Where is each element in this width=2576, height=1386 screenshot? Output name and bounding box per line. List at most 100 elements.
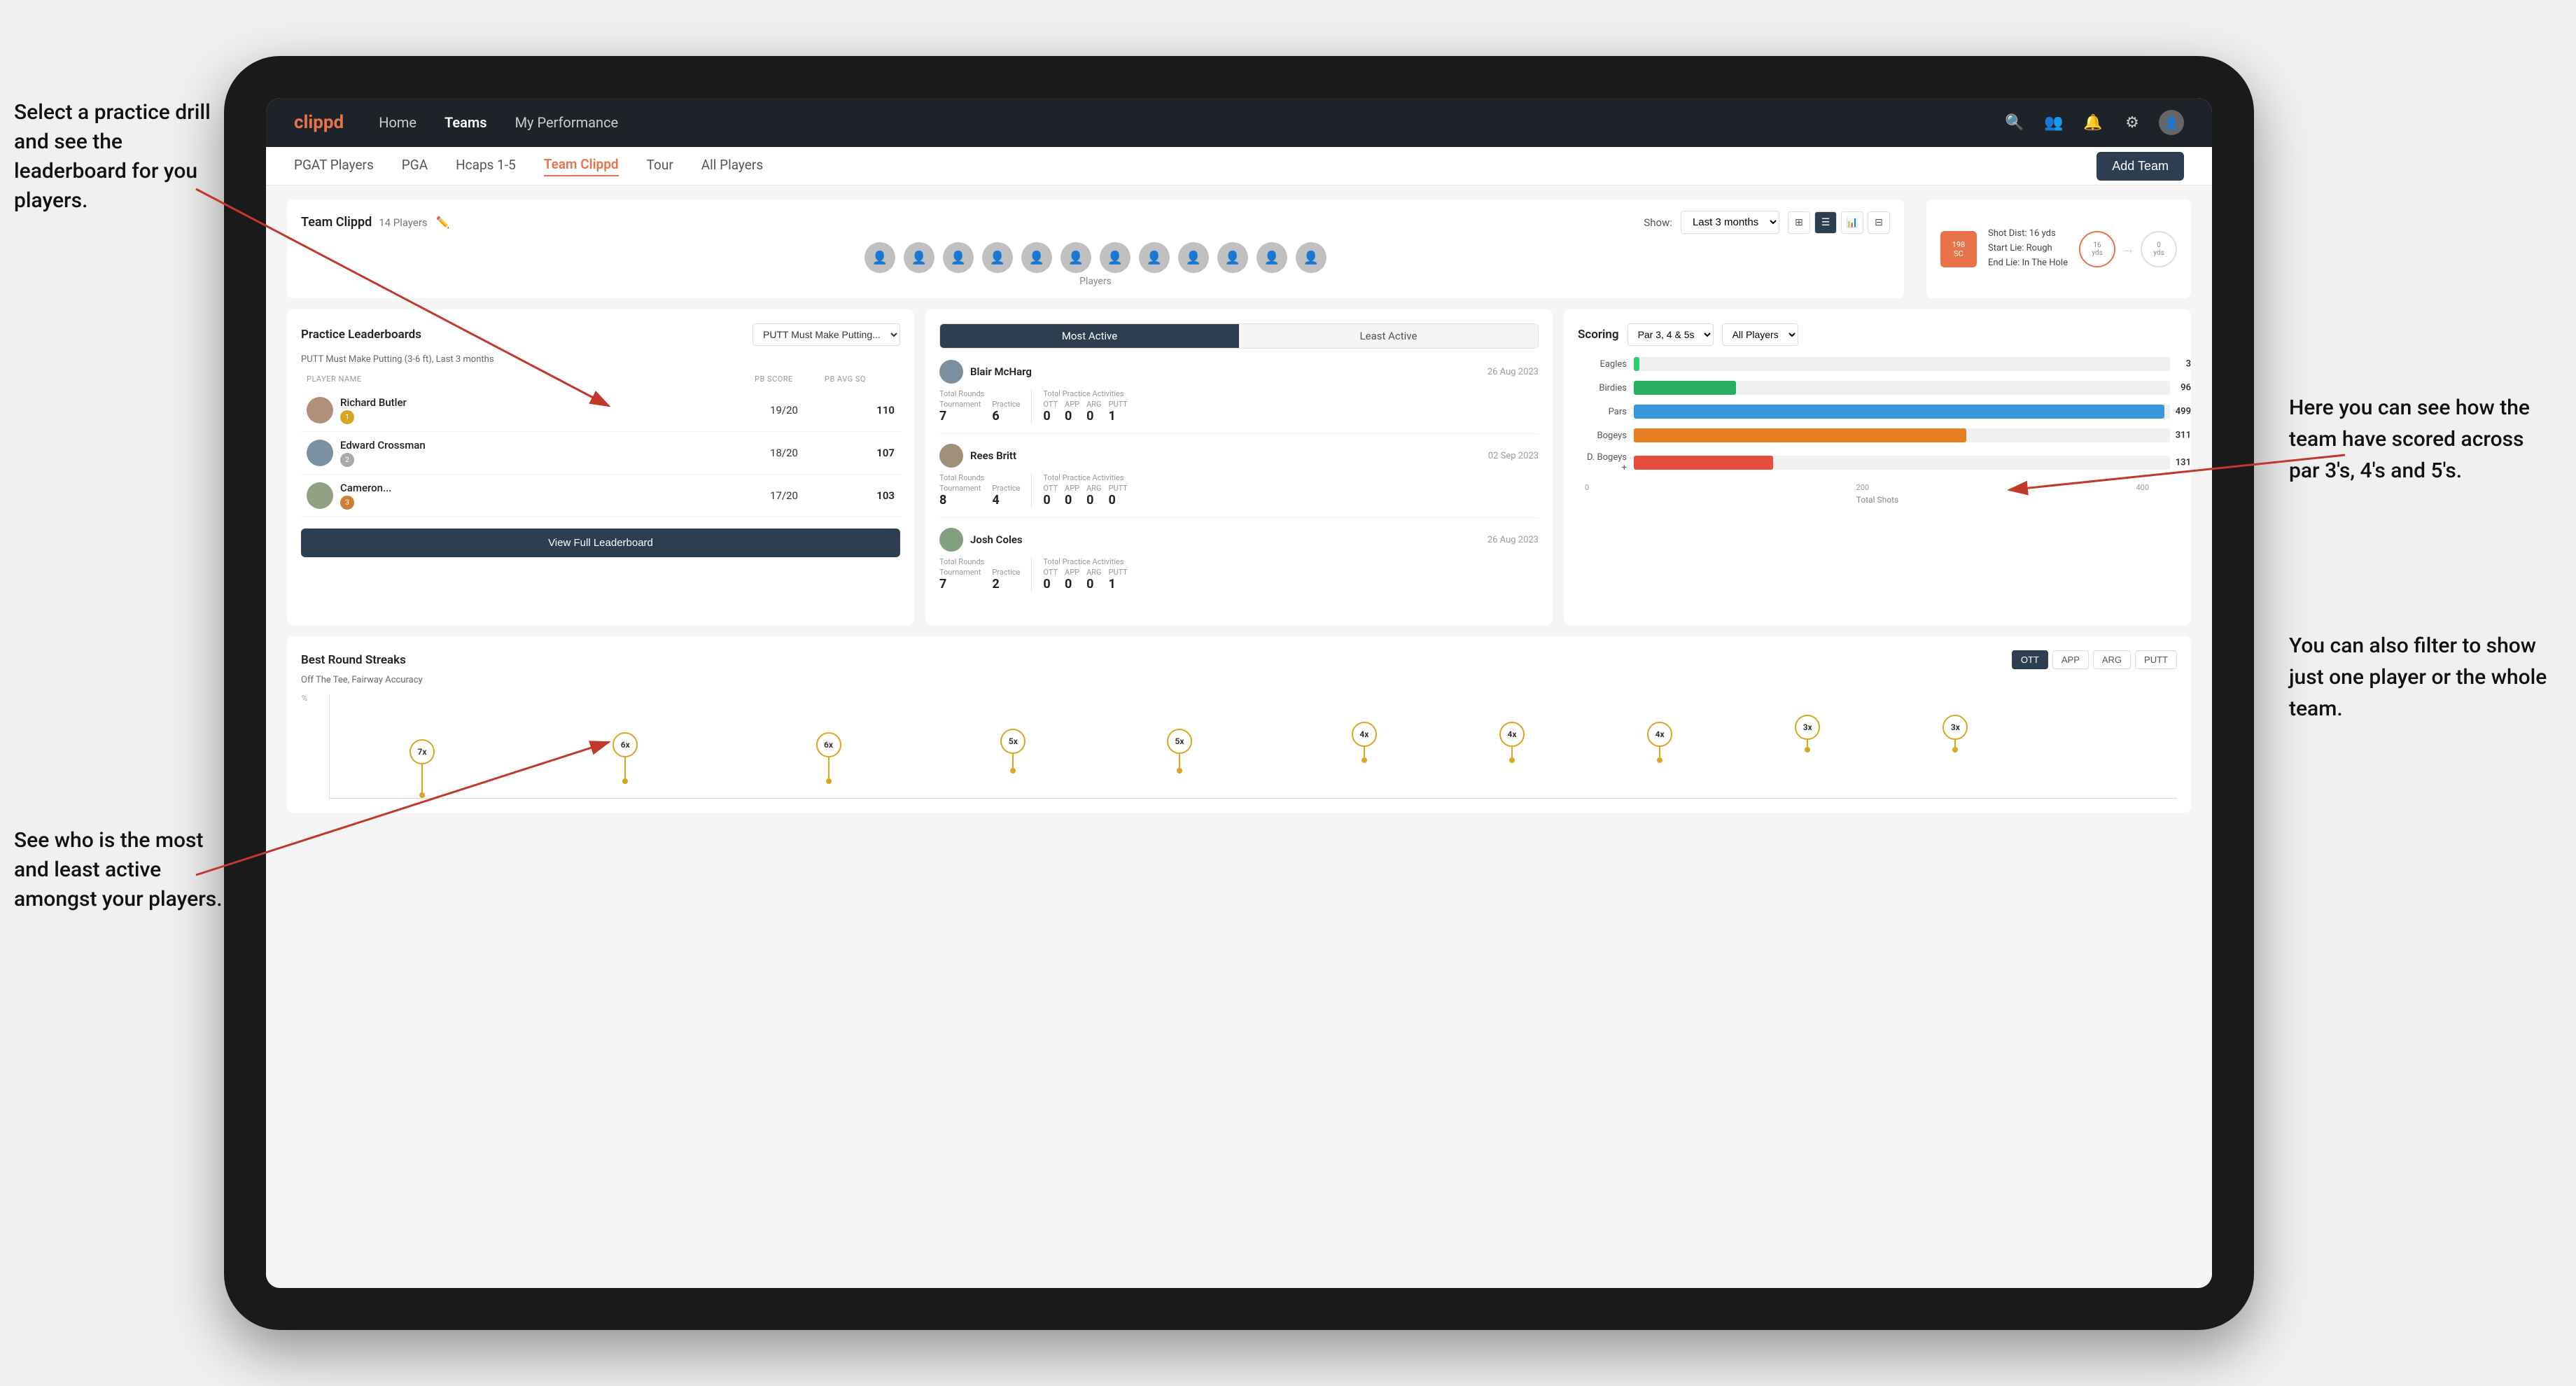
- lb-col-avg: PB AVG SQ: [825, 374, 895, 384]
- show-select[interactable]: Last 3 months: [1681, 211, 1779, 234]
- putt-tab[interactable]: PUTT: [2135, 650, 2177, 669]
- streak-point-4: 5x: [1000, 729, 1026, 774]
- shot-dist: Shot Dist: 16 yds: [1988, 227, 2068, 241]
- add-team-button[interactable]: Add Team: [2096, 152, 2184, 181]
- settings-icon[interactable]: ⚙: [2120, 110, 2145, 135]
- people-icon[interactable]: 👥: [2041, 110, 2066, 135]
- player-avatar-7[interactable]: 👤: [1100, 242, 1130, 273]
- player-avatar-1[interactable]: 👤: [864, 242, 895, 273]
- streak-bubble-5: 5x: [1167, 729, 1192, 754]
- pa-player-1[interactable]: Blair McHarg: [939, 360, 1032, 384]
- filter-view-btn[interactable]: ⊟: [1868, 211, 1890, 234]
- chart-view-btn[interactable]: 📊: [1841, 211, 1863, 234]
- pa-app-1: APP 0: [1065, 400, 1079, 424]
- arg-tab[interactable]: ARG: [2093, 650, 2131, 669]
- nav-link-teams[interactable]: Teams: [444, 114, 487, 131]
- player-avatar-5[interactable]: 👤: [1021, 242, 1052, 273]
- pa-player-3[interactable]: Josh Coles: [939, 528, 1023, 552]
- pa-app-val-3: 0: [1065, 577, 1079, 592]
- player-avatar-11[interactable]: 👤: [1256, 242, 1287, 273]
- pa-practice-val-3: 2: [992, 577, 1020, 592]
- player-avatar-9[interactable]: 👤: [1178, 242, 1209, 273]
- lb-avatar-2: [307, 440, 333, 466]
- sub-nav-pgat[interactable]: PGAT Players: [294, 157, 374, 176]
- search-icon[interactable]: 🔍: [2002, 110, 2027, 135]
- sub-nav-tour[interactable]: Tour: [647, 157, 673, 176]
- sub-nav-pga[interactable]: PGA: [402, 157, 428, 176]
- pa-practice-3: Practice 2: [992, 568, 1020, 592]
- players-label: Players: [1079, 276, 1112, 287]
- lb-avg-3: 103: [825, 489, 895, 502]
- team-header-card: Team Clippd 14 Players ✏️ Show: Last 3 m…: [287, 200, 1904, 298]
- nav-link-home[interactable]: Home: [379, 114, 416, 131]
- lb-avatar-1: [307, 397, 333, 424]
- list-view-btn[interactable]: ☰: [1814, 211, 1837, 234]
- player-avatar-12[interactable]: 👤: [1296, 242, 1326, 273]
- pa-date-2: 02 Sep 2023: [1488, 451, 1539, 461]
- streak-point-1: 7x: [410, 739, 435, 798]
- pa-date-1: 26 Aug 2023: [1488, 367, 1539, 377]
- players-filter[interactable]: All Players: [1722, 323, 1798, 346]
- lb-name-1: Richard Butler: [340, 396, 407, 409]
- drill-select[interactable]: PUTT Must Make Putting...: [752, 323, 900, 346]
- grid-view-btn[interactable]: ⊞: [1788, 211, 1810, 234]
- lb-name-2: Edward Crossman: [340, 439, 426, 451]
- pa-app-2: APP 0: [1065, 484, 1079, 507]
- eagles-fill: [1634, 357, 1639, 371]
- shot-badge-value: 198: [1952, 240, 1966, 249]
- activity-card: Most Active Least Active Blair McHarg 26…: [925, 309, 1553, 625]
- edit-icon[interactable]: ✏️: [436, 216, 450, 229]
- player-avatar-4[interactable]: 👤: [982, 242, 1013, 273]
- end-lie: End Lie: In The Hole: [1988, 256, 2068, 271]
- players-row: 👤 👤 👤 👤 👤 👤 👤 👤 👤 👤 👤 👤: [864, 242, 1326, 273]
- player-avatar-10[interactable]: 👤: [1217, 242, 1248, 273]
- player-avatar-8[interactable]: 👤: [1139, 242, 1170, 273]
- pa-putt-val-3: 1: [1109, 577, 1128, 592]
- sub-nav-all-players[interactable]: All Players: [701, 157, 763, 176]
- most-active-tab[interactable]: Most Active: [940, 324, 1239, 348]
- app-tab[interactable]: APP: [2052, 650, 2089, 669]
- sub-nav-team-clippd[interactable]: Team Clippd: [544, 156, 619, 176]
- nav-link-performance[interactable]: My Performance: [515, 114, 619, 131]
- lb-player-2[interactable]: Edward Crossman 2: [307, 439, 743, 467]
- streaks-tabs: OTT APP ARG PUTT: [2012, 650, 2177, 669]
- bogeys-label: Bogeys: [1585, 430, 1627, 441]
- lb-score-1: 19/20: [749, 404, 819, 416]
- nav-links: Home Teams My Performance: [379, 114, 2002, 131]
- bar-row-bogeys: Bogeys 311: [1585, 428, 2170, 442]
- pa-ott-val-1: 0: [1043, 409, 1058, 424]
- bell-icon[interactable]: 🔔: [2080, 110, 2106, 135]
- par-filter[interactable]: Par 3, 4 & 5s: [1628, 323, 1714, 346]
- show-label: Show:: [1644, 216, 1672, 229]
- streak-line-10: [1954, 740, 1956, 747]
- least-active-tab[interactable]: Least Active: [1239, 324, 1538, 348]
- pa-rounds-label-1: Total Rounds: [939, 389, 1020, 398]
- lb-player-1[interactable]: Richard Butler 1: [307, 396, 743, 424]
- ott-tab[interactable]: OTT: [2012, 650, 2048, 669]
- bar-row-birdies: Birdies 96: [1585, 381, 2170, 395]
- user-avatar[interactable]: 👤: [2159, 110, 2184, 135]
- xaxis-0: 0: [1585, 483, 1589, 492]
- shot-circle-2-val: 0: [2157, 241, 2161, 249]
- player-avatar-2[interactable]: 👤: [904, 242, 934, 273]
- lb-badge-2-silver: 2: [340, 453, 354, 467]
- streak-dot-5: [1177, 768, 1182, 774]
- team-title: Team Clippd: [301, 215, 372, 230]
- sub-nav-hcaps[interactable]: Hcaps 1-5: [456, 157, 516, 176]
- pa-arg-val-3: 0: [1086, 577, 1101, 592]
- player-avatar-3[interactable]: 👤: [943, 242, 974, 273]
- shot-badge: 198 SC: [1940, 231, 1977, 267]
- streak-line-3: [828, 757, 830, 778]
- lb-player-3[interactable]: Cameron... 3: [307, 482, 743, 510]
- pa-ott-1: OTT 0: [1043, 400, 1058, 424]
- lb-header: PLAYER NAME PB SCORE PB AVG SQ: [301, 374, 900, 384]
- player-avatar-6[interactable]: 👤: [1060, 242, 1091, 273]
- streaks-card: Best Round Streaks OTT APP ARG PUTT Off …: [287, 636, 2191, 813]
- view-leaderboard-button[interactable]: View Full Leaderboard: [301, 528, 900, 557]
- pa-player-2[interactable]: Rees Britt: [939, 444, 1016, 468]
- streak-bubble-8: 4x: [1647, 722, 1672, 747]
- shot-circle-2-unit: yds: [2153, 249, 2164, 257]
- scoring-card: Scoring Par 3, 4 & 5s All Players Eagles: [1564, 309, 2191, 625]
- eagles-val: 3: [2186, 359, 2191, 370]
- streaks-subtitle: Off The Tee, Fairway Accuracy: [301, 675, 2177, 685]
